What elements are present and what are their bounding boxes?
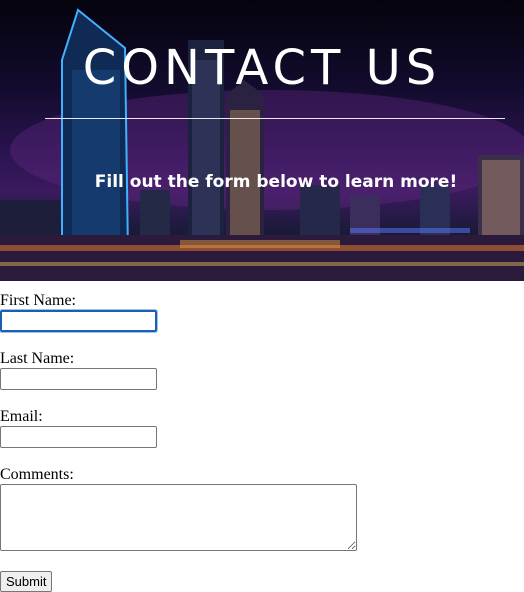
- banner-title: CONTACT US: [82, 40, 442, 96]
- first-name-input[interactable]: [0, 309, 158, 333]
- hero-banner: CONTACT US Fill out the form below to le…: [0, 0, 524, 281]
- last-name-label: Last Name:: [0, 350, 75, 367]
- banner-divider: [45, 118, 505, 119]
- banner-subtitle: Fill out the form below to learn more!: [94, 172, 458, 192]
- last-name-input[interactable]: [0, 368, 157, 390]
- first-name-label: First Name:: [0, 292, 76, 309]
- email-input[interactable]: [0, 426, 157, 448]
- contact-form: First Name: Last Name: Email: Comments: …: [0, 292, 524, 592]
- comments-textarea[interactable]: [0, 484, 357, 551]
- comments-label: Comments:: [0, 466, 74, 483]
- email-label: Email:: [0, 408, 43, 425]
